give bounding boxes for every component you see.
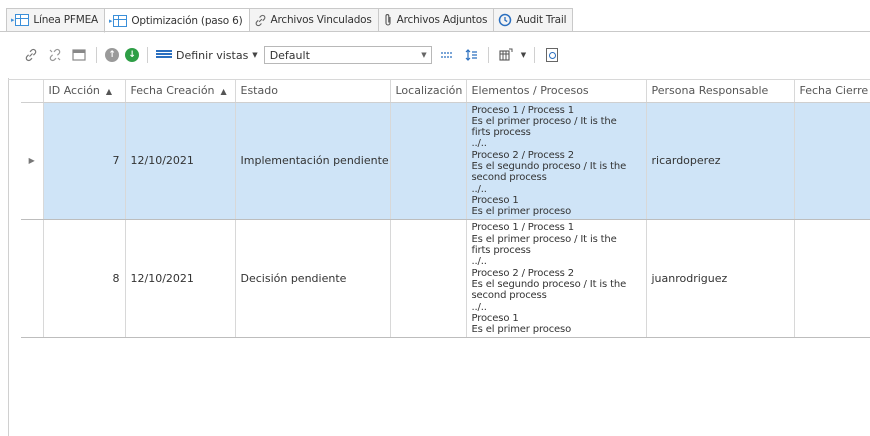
cell-fecha-cierre[interactable] (794, 219, 870, 339)
sort-ascending-icon: ▲ (220, 87, 227, 97)
element-line: Proceso 1 / Process 1 (471, 222, 575, 234)
element-line: second process (471, 172, 547, 184)
tab-label: Audit Trail (516, 14, 567, 26)
element-line: Proceso 1 (471, 194, 519, 206)
cell-persona[interactable]: ricardoperez (646, 102, 795, 221)
element-line: Proceso 2 / Process 2 (471, 149, 575, 161)
element-line: ../.. (471, 138, 487, 150)
window-icon[interactable] (70, 46, 88, 64)
grid-icon (15, 14, 30, 26)
column-header-label: ID Acción (48, 84, 100, 98)
element-line: Es el primer proceso / It is the (471, 233, 617, 245)
tab-label: Línea PFMEA (33, 14, 99, 26)
cell-fecha-cierre[interactable] (794, 102, 870, 221)
toolbar-separator (534, 47, 536, 63)
element-line: Es el primer proceso (471, 206, 572, 218)
define-views-label: Definir vistas (176, 48, 249, 62)
column-header-elementos[interactable]: Elementos / Procesos (466, 80, 647, 103)
link-icon (254, 14, 267, 27)
tab-optimizacion[interactable]: ▸ Optimización (paso 6) (104, 8, 249, 33)
cell-fecha-creacion[interactable]: 12/10/2021 (125, 102, 236, 221)
expand-arrow-icon: ▸ (11, 16, 15, 24)
chevron-down-icon: ▼ (421, 51, 427, 59)
grid-left-border (8, 78, 9, 436)
tab-label: Archivos Vinculados (270, 14, 372, 26)
expand-arrow-icon: ▸ (109, 16, 113, 25)
collapse-rows-icon[interactable] (438, 46, 456, 64)
unlink-icon[interactable] (46, 46, 64, 64)
toolbar: ↑ ↓ Definir vistas ▼ Default ▼ ▼ (22, 44, 561, 66)
views-select-value: Default (269, 48, 310, 62)
tab-divider (0, 31, 870, 32)
cell-persona[interactable]: juanrodriguez (646, 219, 795, 339)
element-line: Es el primer proceso / It is the (471, 115, 617, 127)
cell-localizacion[interactable] (390, 219, 467, 339)
tab-bar: ▸ Línea PFMEA ▸ Optimización (paso 6) Ar… (6, 8, 574, 33)
toolbar-separator (147, 47, 148, 63)
actions-grid: ID Acción ▲ Fecha Creación ▲ Estado Locali… (21, 80, 870, 339)
cell-id[interactable]: 8 (43, 219, 126, 339)
element-line: firts process (471, 245, 531, 257)
column-header-localizacion[interactable]: Localización (390, 80, 467, 103)
cell-localizacion[interactable] (390, 102, 467, 221)
caret-down-icon: ▼ (252, 51, 258, 59)
grid-header-row: ID Acción ▲ Fecha Creación ▲ Estado Locali… (21, 80, 870, 103)
move-down-icon[interactable]: ↓ (125, 48, 139, 62)
history-icon (498, 13, 512, 27)
tab-label: Archivos Adjuntos (396, 14, 488, 26)
column-header-persona[interactable]: Persona Responsable (646, 80, 795, 103)
element-line: Es el primer proceso (471, 324, 572, 336)
element-line: firts process (471, 127, 531, 139)
cell-elementos[interactable]: Proceso 1 / Process 1 Es el primer proce… (466, 102, 647, 221)
views-select[interactable]: Default ▼ (263, 46, 432, 64)
paperclip-icon (383, 13, 393, 27)
column-header-label: Fecha Creación (130, 84, 215, 98)
tab-label: Optimización (paso 6) (131, 14, 243, 27)
grid-icon (113, 14, 128, 27)
column-header-label: Persona Responsable (651, 84, 769, 98)
element-line: Proceso 1 / Process 1 (471, 104, 575, 116)
column-header-id[interactable]: ID Acción ▲ (43, 80, 126, 103)
cell-estado[interactable]: Decisión pendiente (235, 219, 391, 339)
element-line: Es el segundo proceso / It is the (471, 160, 627, 172)
tab-audit-trail[interactable]: Audit Trail (493, 8, 574, 32)
column-header-fecha-cierre[interactable]: Fecha Cierre (794, 80, 870, 103)
row-indicator-header (21, 80, 44, 103)
cell-fecha-creacion[interactable]: 12/10/2021 (125, 219, 236, 339)
column-header-label: Estado (240, 84, 278, 98)
link-icon[interactable] (22, 46, 40, 64)
tab-archivos-vinculados[interactable]: Archivos Vinculados (248, 8, 378, 32)
cell-id[interactable]: 7 (43, 102, 126, 221)
element-line: second process (471, 290, 547, 302)
element-line: ../.. (471, 256, 487, 268)
element-line: ../.. (471, 183, 487, 195)
caret-down-icon[interactable]: ▼ (521, 51, 526, 59)
column-header-fecha-creacion[interactable]: Fecha Creación ▲ (125, 80, 236, 103)
row-indicator (21, 219, 44, 339)
tab-archivos-adjuntos[interactable]: Archivos Adjuntos (377, 8, 494, 32)
table-row[interactable]: ▶ 7 12/10/2021 Implementación pendiente … (21, 102, 870, 221)
cell-estado[interactable]: Implementación pendiente (235, 102, 391, 221)
toolbar-separator (487, 47, 489, 63)
expand-rows-icon[interactable] (462, 46, 480, 64)
tab-linea-pfmea[interactable]: ▸ Línea PFMEA (6, 8, 105, 32)
toolbar-separator (96, 47, 97, 63)
sort-ascending-icon: ▲ (105, 87, 113, 97)
define-views-button[interactable]: Definir vistas ▼ (156, 49, 258, 62)
column-header-label: Localización (395, 84, 463, 98)
row-indicator-arrow-icon: ▶ (21, 102, 44, 221)
views-icon (156, 50, 172, 60)
move-up-icon[interactable]: ↑ (105, 48, 119, 62)
table-row[interactable]: 8 12/10/2021 Decisión pendiente Proceso … (21, 219, 870, 339)
element-line: ../.. (471, 301, 487, 313)
column-chooser-icon[interactable] (497, 46, 515, 64)
column-header-label: Elementos / Procesos (471, 84, 589, 98)
element-line: Es el segundo proceso / It is the (471, 278, 627, 290)
element-line: Proceso 1 (471, 312, 519, 324)
column-header-label: Fecha Cierre (799, 84, 869, 98)
cell-elementos[interactable]: Proceso 1 / Process 1 Es el primer proce… (466, 219, 647, 339)
print-preview-icon[interactable] (543, 46, 561, 64)
column-header-estado[interactable]: Estado (235, 80, 391, 103)
element-line: Proceso 2 / Process 2 (471, 267, 575, 279)
